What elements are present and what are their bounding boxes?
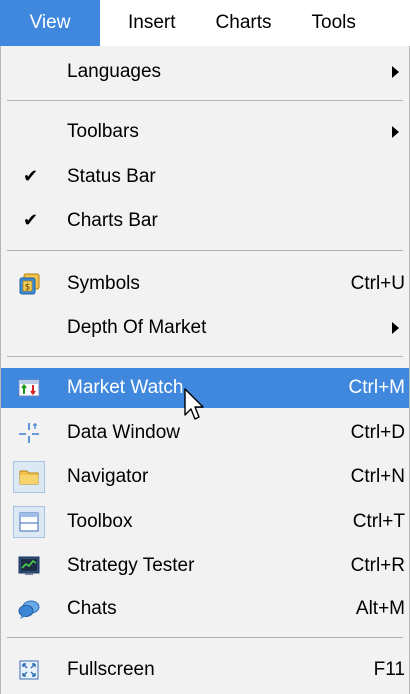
menu-bar: View Insert Charts Tools xyxy=(0,0,410,46)
chat-bubbles-icon xyxy=(18,600,40,619)
shortcut-text: Ctrl+R xyxy=(350,555,405,576)
menu-item-label: Status Bar xyxy=(67,166,156,187)
menu-charts[interactable]: Charts xyxy=(204,0,284,46)
menu-item-label: Strategy Tester xyxy=(67,555,195,576)
separator xyxy=(7,250,403,251)
menu-item-label: Charts Bar xyxy=(67,210,158,231)
crosshair-icon xyxy=(19,423,39,443)
menu-item-label: Languages xyxy=(67,61,162,82)
menu-item-charts-bar[interactable]: ✔ Charts Bar xyxy=(1,201,409,241)
menu-item-label: Data Window xyxy=(67,422,180,443)
toolbox-icon xyxy=(19,512,39,532)
menu-item-navigator[interactable]: Navigator Ctrl+N xyxy=(1,457,409,497)
separator xyxy=(7,356,403,357)
menu-item-data-window[interactable]: Data Window Ctrl+D xyxy=(1,413,409,453)
menu-item-toolbars[interactable]: Toolbars xyxy=(1,112,409,152)
shortcut-text: Ctrl+M xyxy=(348,377,405,398)
menu-item-label: Depth Of Market xyxy=(67,317,207,338)
checkmark-icon: ✔ xyxy=(23,166,39,187)
folder-icon xyxy=(19,470,39,485)
shortcut-text: Ctrl+U xyxy=(350,273,405,294)
shortcut-text: Ctrl+D xyxy=(350,422,405,443)
svg-text:$: $ xyxy=(25,283,31,293)
view-dropdown-menu: Languages Toolbars ✔ Status Bar ✔ Charts… xyxy=(0,46,410,694)
menu-item-label: Navigator xyxy=(67,466,149,487)
market-watch-icon xyxy=(18,379,40,397)
menu-item-toolbox[interactable]: Toolbox Ctrl+T xyxy=(1,502,409,542)
menu-item-label: Chats xyxy=(67,598,117,619)
separator xyxy=(7,100,403,101)
submenu-arrow-icon xyxy=(392,66,399,78)
chart-monitor-icon xyxy=(18,556,40,575)
shortcut-text: Ctrl+N xyxy=(350,466,405,487)
submenu-arrow-icon xyxy=(392,126,399,138)
checkmark-icon: ✔ xyxy=(23,210,39,231)
menu-item-languages[interactable]: Languages xyxy=(1,52,409,92)
menu-insert[interactable]: Insert xyxy=(116,0,188,46)
menu-item-label: Fullscreen xyxy=(67,659,155,680)
menu-tools[interactable]: Tools xyxy=(300,0,368,46)
menu-item-fullscreen[interactable]: Fullscreen F11 xyxy=(1,650,409,690)
menu-item-label: Symbols xyxy=(67,273,140,294)
shortcut-text: Ctrl+T xyxy=(352,511,405,532)
menu-item-label: Toolbars xyxy=(67,121,139,142)
submenu-arrow-icon xyxy=(392,322,399,334)
menu-item-chats[interactable]: Chats Alt+M xyxy=(1,589,409,629)
symbols-icon: $ xyxy=(19,273,40,295)
menu-item-market-watch[interactable]: Market Watch Ctrl+M xyxy=(1,368,409,408)
menu-item-strategy-tester[interactable]: Strategy Tester Ctrl+R xyxy=(1,546,409,586)
menu-item-depth-of-market[interactable]: Depth Of Market xyxy=(1,308,409,348)
menu-item-symbols[interactable]: $ Symbols Ctrl+U xyxy=(1,264,409,304)
shortcut-text: Alt+M xyxy=(355,598,405,619)
menu-item-label: Market Watch xyxy=(67,377,184,398)
shortcut-text: F11 xyxy=(373,659,405,680)
menu-item-label: Toolbox xyxy=(67,511,133,532)
menu-view[interactable]: View xyxy=(0,0,100,46)
fullscreen-icon xyxy=(19,660,39,680)
separator xyxy=(7,637,403,638)
menu-item-status-bar[interactable]: ✔ Status Bar xyxy=(1,157,409,197)
